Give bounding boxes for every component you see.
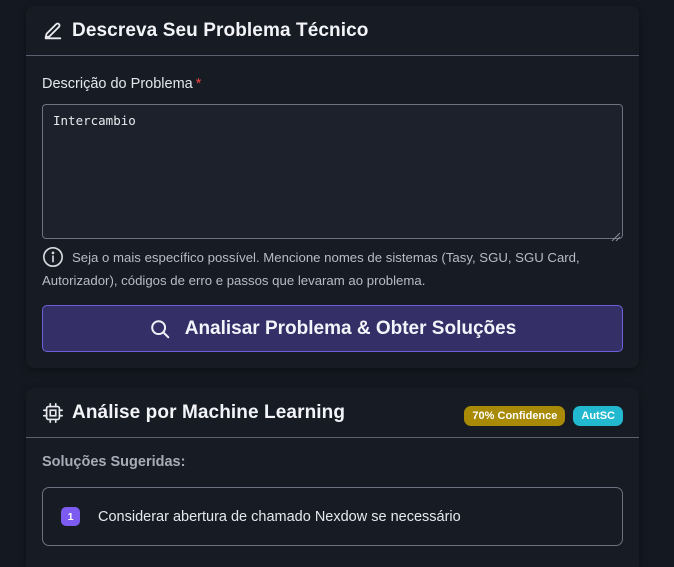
description-hint: Seja o mais específico possível. Mencion…: [42, 246, 622, 292]
solution-item: 1 Considerar abertura de chamado Nexdow …: [42, 487, 623, 546]
problem-card-title: Descreva Seu Problema Técnico: [72, 19, 369, 41]
description-label-text: Descrição do Problema: [42, 76, 193, 92]
analysis-badges: 70% Confidence AutSC: [464, 406, 623, 426]
solution-number-badge: 1: [61, 507, 80, 526]
required-marker: *: [195, 76, 202, 92]
source-badge: AutSC: [573, 406, 623, 426]
suggested-solutions-label: Soluções Sugeridas:: [42, 454, 186, 470]
confidence-badge: 70% Confidence: [464, 406, 566, 426]
problem-card-header: Descreva Seu Problema Técnico: [26, 6, 639, 56]
info-circle-icon: [42, 246, 64, 268]
hint-text: Seja o mais específico possível. Mencion…: [42, 250, 580, 288]
ml-analysis-card: Análise por Machine Learning 70% Confide…: [26, 388, 639, 567]
analysis-card-title: Análise por Machine Learning: [72, 401, 346, 423]
pencil-icon: [42, 20, 64, 42]
resize-grip-icon[interactable]: [611, 228, 621, 242]
cpu-chip-icon: [42, 402, 64, 424]
problem-description-textarea[interactable]: Intercambio: [42, 104, 623, 239]
analysis-card-header: Análise por Machine Learning 70% Confide…: [26, 388, 639, 438]
search-icon: [149, 318, 171, 340]
analyze-button-label: Analisar Problema & Obter Soluções: [184, 317, 517, 339]
analyze-problem-button[interactable]: Analisar Problema & Obter Soluções: [42, 305, 623, 352]
problem-description-card: Descreva Seu Problema Técnico Descrição …: [26, 6, 639, 368]
description-field-label: Descrição do Problema *: [42, 76, 201, 92]
solution-text: Considerar abertura de chamado Nexdow se…: [98, 508, 461, 525]
